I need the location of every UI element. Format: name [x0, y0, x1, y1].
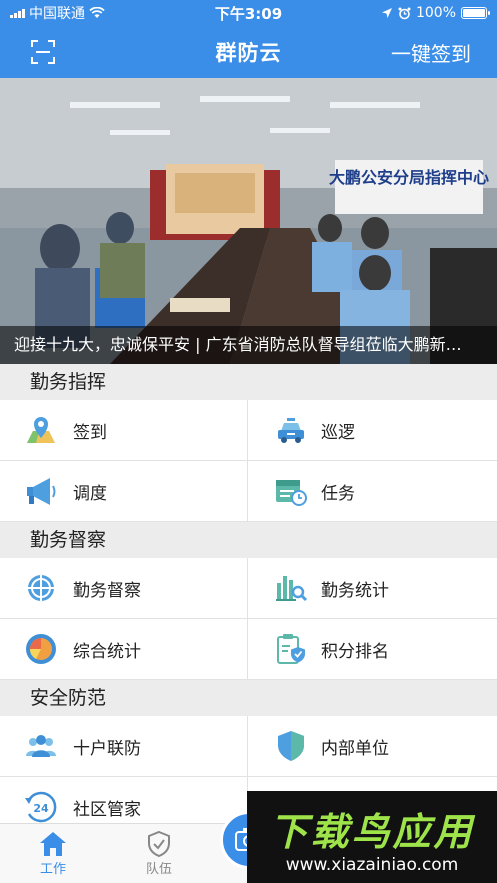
bar-chart-search-icon [276, 576, 308, 602]
wall-sign-text: 大鹏公安分局指挥中心 [329, 168, 489, 187]
nav-bar: 群防云 一键签到 [0, 26, 497, 78]
menu-item-points-ranking[interactable]: 积分排名 [248, 619, 496, 679]
menu-label: 积分排名 [321, 642, 389, 662]
menu-item-patrol[interactable]: 巡逻 [248, 400, 496, 460]
menu-item-task[interactable]: 任务 [248, 461, 496, 521]
grid-row: 调度 任务 [0, 461, 497, 522]
tab-work[interactable]: 工作 [23, 830, 83, 877]
grid-row: 综合统计 积分排名 [0, 619, 497, 680]
svg-text:24: 24 [33, 802, 49, 815]
calendar-clock-icon [276, 480, 307, 506]
top-bar: 中国联通 下午3:09 100% 群防云 一键签到 [0, 0, 497, 78]
menu-item-duty-inspection[interactable]: 勤务督察 [0, 558, 248, 618]
section-header-security: 安全防范 [0, 680, 497, 716]
crosshair-icon [27, 574, 55, 602]
menu-item-internal-units[interactable]: 内部单位 [248, 716, 496, 776]
menu-label: 内部单位 [321, 739, 389, 759]
shield-icon [278, 731, 304, 761]
people-group-icon [26, 735, 56, 757]
menu-label: 任务 [321, 484, 355, 504]
menu-label: 勤务督察 [73, 581, 141, 601]
alarm-clock-icon [398, 7, 411, 19]
tab-label: 工作 [39, 862, 66, 877]
tab-team[interactable]: 队伍 [129, 830, 189, 877]
shield-check-icon [148, 830, 170, 858]
tab-label: 队伍 [145, 862, 172, 877]
menu-label: 综合统计 [73, 642, 141, 662]
menu-label: 签到 [73, 423, 107, 443]
home-icon [40, 832, 66, 856]
one-click-checkin-button[interactable]: 一键签到 [391, 38, 471, 67]
map-pin-icon [27, 417, 55, 443]
menu-label: 十户联防 [73, 739, 141, 759]
watermark-url: www.xiazainiao.com [285, 855, 459, 875]
status-left: 中国联通 [10, 3, 105, 23]
menu-item-duty-statistics[interactable]: 勤务统计 [248, 558, 496, 618]
status-right: 100% [381, 5, 490, 21]
menu-item-overall-statistics[interactable]: 综合统计 [0, 619, 248, 679]
menu-item-sign-in[interactable]: 签到 [0, 400, 248, 460]
wifi-icon [89, 7, 105, 18]
menu-label: 巡逻 [321, 423, 355, 443]
pie-gauge-icon [26, 634, 56, 664]
status-bar: 中国联通 下午3:09 100% [0, 0, 497, 26]
police-car-icon [278, 418, 304, 443]
watermark-logo: 下载鸟应用 www.xiazainiao.com [247, 791, 497, 883]
menu-label: 社区管家 [73, 800, 141, 820]
section-header-inspection: 勤务督察 [0, 522, 497, 558]
banner-carousel[interactable]: 大鹏公安分局指挥中心 迎接十九大，忠诚保平安 | 广东省消防总队督导组莅临大鹏新… [0, 78, 497, 364]
clipboard-shield-icon [277, 634, 305, 664]
battery-percent: 100% [415, 5, 456, 21]
grid-row: 十户联防 内部单位 [0, 716, 497, 777]
banner-caption: 迎接十九大，忠诚保平安 | 广东省消防总队督导组莅临大鹏新… [0, 326, 497, 364]
megaphone-icon [27, 478, 56, 505]
location-arrow-icon [381, 8, 392, 18]
grid-row: 勤务督察 勤务统计 [0, 558, 497, 619]
section-header-command: 勤务指挥 [0, 364, 497, 400]
clock-24-icon: 24 [25, 791, 57, 823]
menu-item-ten-household-defense[interactable]: 十户联防 [0, 716, 248, 776]
watermark-title: 下载鸟应用 [269, 810, 475, 854]
app-screen: 中国联通 下午3:09 100% 群防云 一键签到 大鹏公安分局指挥中心 迎接十… [0, 0, 497, 883]
grid-row: 签到 巡逻 [0, 400, 497, 461]
banner-photo: 大鹏公安分局指挥中心 [0, 78, 497, 364]
menu-label: 勤务统计 [321, 581, 389, 601]
carrier-label: 中国联通 [29, 6, 85, 22]
signal-icon [10, 8, 25, 18]
battery-icon [461, 7, 490, 19]
menu-label: 调度 [73, 484, 107, 504]
menu-item-dispatch[interactable]: 调度 [0, 461, 248, 521]
